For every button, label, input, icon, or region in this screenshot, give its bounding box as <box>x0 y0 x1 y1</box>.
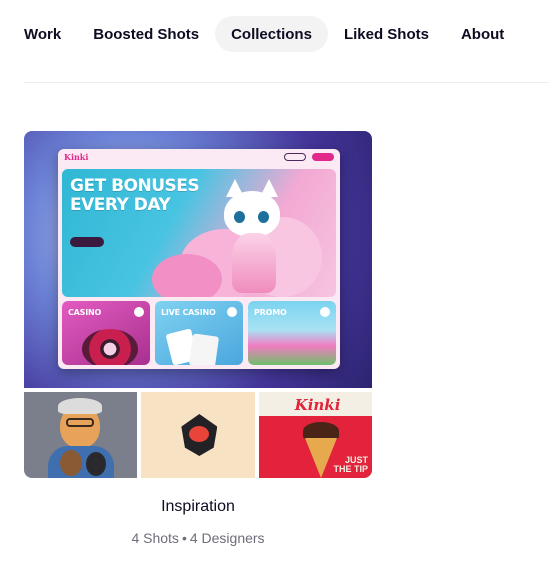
collection-meta: 4 Shots • 4 Designers <box>24 530 372 546</box>
tab-boosted-shots[interactable]: Boosted Shots <box>77 16 215 52</box>
mockup-tile-promo: PROMO <box>248 301 336 365</box>
collection-shots-count: 4 Shots <box>131 530 179 546</box>
thumbnail-gorilla-logo[interactable] <box>141 392 255 478</box>
collection-cover-image[interactable]: Kinki GET BONUSES EVERY DAY CASINO LIVE … <box>24 131 372 388</box>
profile-tabs: Work Boosted Shots Collections Liked Sho… <box>24 16 549 52</box>
mockup-signup-button <box>312 153 334 161</box>
tab-about[interactable]: About <box>445 16 520 52</box>
mockup-hero-title: GET BONUSES EVERY DAY <box>70 176 200 215</box>
mockup-hero-banner: GET BONUSES EVERY DAY <box>62 169 336 297</box>
mockup-hero-button <box>70 237 104 247</box>
thumbnail-character-3d[interactable] <box>24 392 138 478</box>
mockup-logo: Kinki <box>64 152 89 162</box>
mockup-tile-casino: CASINO <box>62 301 150 365</box>
casino-site-mockup: Kinki GET BONUSES EVERY DAY CASINO LIVE … <box>58 149 340 369</box>
mockup-login-button <box>284 153 306 161</box>
collection-thumbnails: Kinki JUST THE TIP <box>24 392 372 478</box>
tab-work[interactable]: Work <box>8 16 77 52</box>
poster-caption: JUST THE TIP <box>333 455 368 474</box>
mockup-tile-live-casino: LIVE CASINO <box>155 301 243 365</box>
mockup-nav: Kinki <box>58 149 340 165</box>
poster-brand-text: Kinki <box>294 396 341 414</box>
collection-card[interactable]: Kinki GET BONUSES EVERY DAY CASINO LIVE … <box>24 131 372 546</box>
collection-designers-count: 4 Designers <box>189 530 265 546</box>
meta-separator: • <box>181 530 187 546</box>
tabs-divider <box>24 82 549 83</box>
tab-collections[interactable]: Collections <box>215 16 328 52</box>
tab-liked-shots[interactable]: Liked Shots <box>328 16 445 52</box>
thumbnail-kinki-poster[interactable]: Kinki JUST THE TIP <box>258 392 372 478</box>
collection-title[interactable]: Inspiration <box>24 498 372 516</box>
cat-mascot-image <box>224 191 280 237</box>
